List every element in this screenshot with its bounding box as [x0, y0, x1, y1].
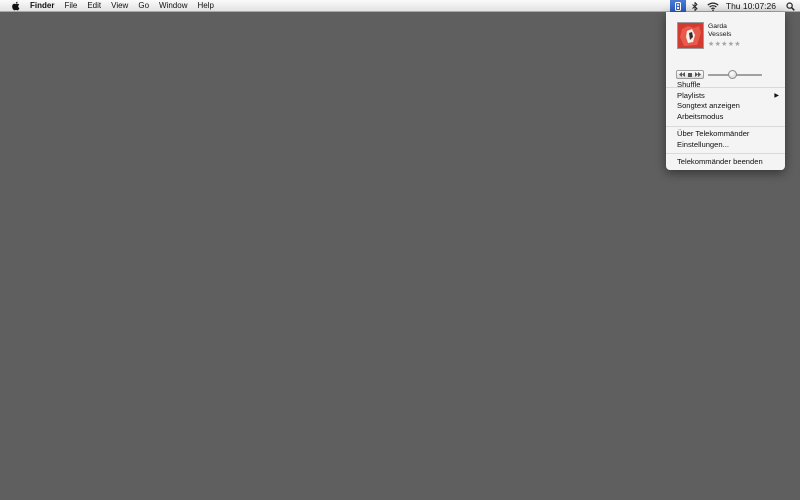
apple-logo-icon[interactable]: [10, 1, 20, 11]
stop-button[interactable]: [686, 71, 694, 78]
next-track-button[interactable]: [694, 71, 702, 78]
menu-item-playlists[interactable]: Playlists: [677, 91, 705, 101]
menu-item-shuffle[interactable]: Shuffle: [677, 80, 701, 90]
menu-bar-left: Finder File Edit View Go Window Help: [0, 0, 219, 12]
menu-edit[interactable]: Edit: [82, 0, 106, 12]
menu-bar-clock[interactable]: Thu 10:07:26: [726, 0, 776, 12]
previous-track-button[interactable]: [678, 71, 686, 78]
track-title: Garda: [708, 23, 727, 30]
track-artist: Vessels: [708, 31, 732, 38]
menu-separator: [666, 153, 785, 154]
menu-finder[interactable]: Finder: [30, 0, 59, 12]
menu-window[interactable]: Window: [154, 0, 192, 12]
submenu-arrow-icon: ▶: [774, 93, 779, 99]
menu-bar: Finder File Edit View Go Window Help Thu…: [0, 0, 800, 12]
telekommander-menu: Garda Vessels ★★★★★ Shuffle Playlists ▶ …: [666, 12, 785, 170]
album-cover: [677, 22, 704, 49]
menu-bar-status-area: Thu 10:07:26: [669, 0, 800, 12]
bluetooth-icon[interactable]: [690, 0, 700, 12]
spotlight-search-icon[interactable]: [784, 0, 796, 12]
album-cover-art: [678, 23, 703, 48]
menu-item-about[interactable]: Über Telekommänder: [677, 129, 749, 139]
now-playing-panel: Garda Vessels ★★★★★: [666, 12, 785, 74]
telekommander-icon[interactable]: [669, 0, 686, 12]
menu-item-show-lyrics[interactable]: Songtext anzeigen: [677, 101, 740, 111]
menu-go[interactable]: Go: [133, 0, 154, 12]
menu-separator: [666, 126, 785, 127]
menu-item-settings[interactable]: Einstellungen...: [677, 140, 729, 150]
menu-item-quit[interactable]: Telekommänder beenden: [677, 157, 763, 167]
rating-stars[interactable]: ★★★★★: [708, 40, 741, 49]
volume-slider-knob[interactable]: [727, 70, 737, 79]
volume-slider[interactable]: [708, 70, 762, 79]
menu-file[interactable]: File: [59, 0, 82, 12]
menu-help[interactable]: Help: [192, 0, 218, 12]
wifi-icon[interactable]: [706, 0, 720, 12]
menu-view[interactable]: View: [106, 0, 133, 12]
menu-item-work-mode[interactable]: Arbeitsmodus: [677, 112, 723, 122]
playback-controls: [676, 70, 704, 79]
